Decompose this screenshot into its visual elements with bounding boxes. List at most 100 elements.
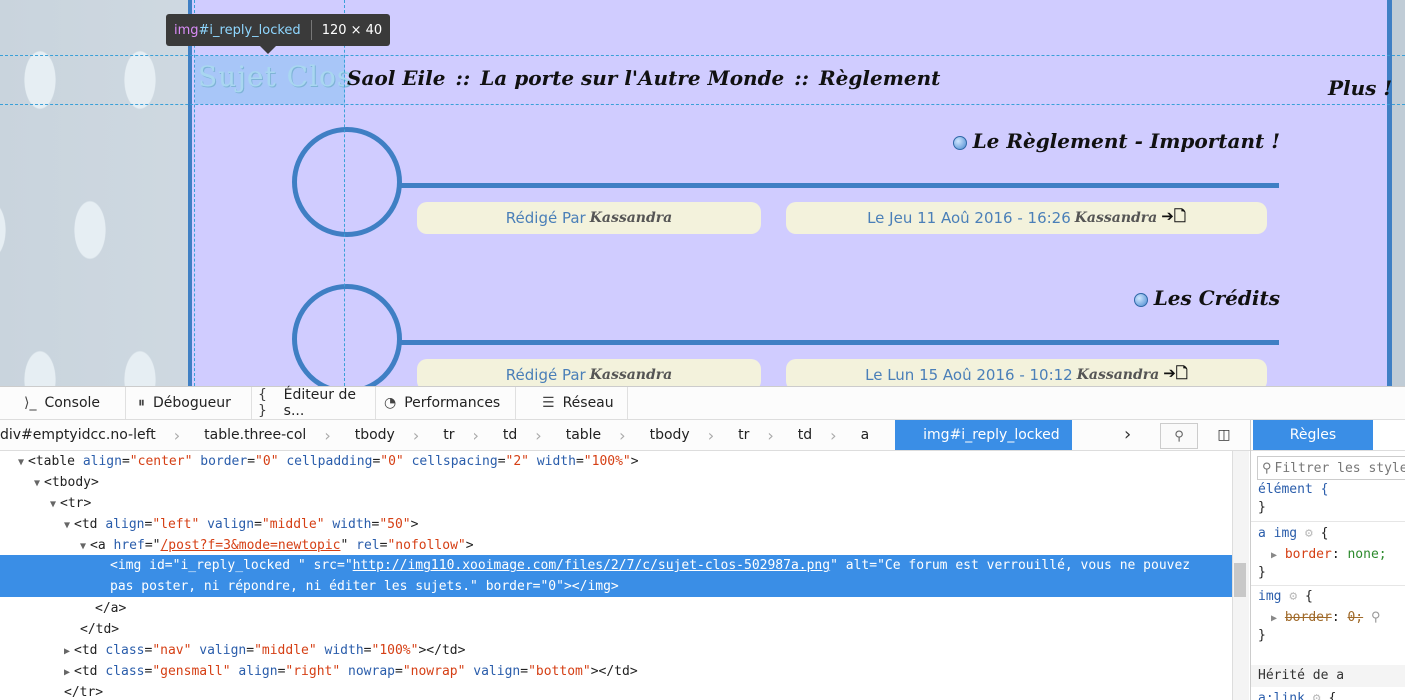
tab-performances[interactable]: ◔ Performances (376, 387, 516, 419)
topic-avatar-circle (292, 284, 402, 386)
tooltip-size: 120 × 40 (321, 22, 383, 38)
bullet-icon (952, 135, 967, 150)
chevron-right-icon: › (707, 425, 715, 445)
topic-author-pill: Rédigé Par Kassandra (417, 202, 761, 234)
search-icon[interactable]: ⚲ (1371, 610, 1381, 625)
gear-icon[interactable]: ⚙ (1289, 589, 1297, 604)
expand-triangle-icon[interactable]: ▼ (80, 541, 86, 552)
crumb-node[interactable]: tr › (431, 420, 491, 450)
expand-triangle-icon[interactable]: ▼ (64, 520, 70, 531)
selected-node-row[interactable]: <img id="i_reply_locked " src="http://im… (0, 555, 1232, 597)
toggle-sidebar-icon[interactable]: ◫ (1210, 423, 1238, 447)
crumb-node[interactable]: tr › (726, 420, 786, 450)
rule-selector[interactable]: a img ⚙ { (1258, 526, 1328, 541)
chevron-right-icon: › (173, 425, 181, 445)
gear-icon[interactable]: ⚙ (1305, 526, 1313, 541)
inspector-guide-left (194, 0, 195, 386)
markup-line[interactable]: ▼ <td align="left" valign="middle" width=… (64, 514, 418, 535)
topic-lastpost-pill: Le Lun 15 Aoû 2016 - 10:12 Kassandra ➔🗋 (786, 359, 1267, 386)
chevron-right-icon: › (535, 425, 542, 445)
src-link[interactable]: http://img110.xooimage.com/files/2/7/c/s… (353, 558, 830, 573)
inspector-guide-top (0, 55, 1405, 56)
expand-triangle-icon[interactable]: ▶ (1271, 550, 1277, 561)
chevron-right-icon: › (619, 425, 626, 445)
chevron-right-icon: › (767, 425, 774, 445)
markup-line[interactable]: ▼ <a href="/post?f=3&mode=newtopic" rel="… (80, 535, 474, 556)
tooltip-arrow (260, 46, 276, 54)
author-link[interactable]: Kassandra (590, 210, 673, 226)
crumb-node[interactable]: tbody › (638, 420, 727, 450)
node-breadcrumbs: div#emptyidcc.no-left › table.three-col › … (0, 420, 1250, 451)
markup-line: pas poster, ni répondre, ni éditer les s… (110, 579, 619, 594)
lastpost-user-link[interactable]: Kassandra (1075, 210, 1158, 226)
breadcrumb-separator: :: (455, 66, 471, 90)
tab-rules[interactable]: Règles (1253, 420, 1373, 450)
crumb-node[interactable]: a (849, 420, 896, 450)
topic-avatar-circle (292, 127, 402, 237)
author-link[interactable]: Kassandra (590, 367, 673, 383)
page-right-edge (1392, 0, 1405, 386)
markup-line[interactable]: ▶ <td class="nav" valign="middle" width="… (64, 640, 465, 661)
expand-triangle-icon[interactable]: ▶ (1271, 613, 1277, 624)
chevron-right-icon[interactable]: › (1124, 424, 1131, 445)
crumb-node[interactable]: td › (491, 420, 554, 450)
breadcrumb-separator: :: (794, 66, 810, 90)
breadcrumb-item-porte[interactable]: La porte sur l'Autre Monde (480, 66, 784, 90)
performance-icon: ◔ (384, 395, 397, 411)
markup-view[interactable]: ▼ <table align="center" border="0" cellpa… (0, 451, 1232, 700)
topic-divider (400, 340, 1279, 345)
collapsed-triangle-icon[interactable]: ▶ (64, 667, 70, 678)
markup-line[interactable]: ▼ <tr> (50, 493, 91, 514)
crumb-node[interactable]: td › (786, 420, 849, 450)
href-link[interactable]: /post?f=3&mode=newtopic (160, 538, 340, 553)
topic-lastpost-pill: Le Jeu 11 Aoû 2016 - 16:26 Kassandra ➔🗋 (786, 202, 1267, 234)
collapsed-triangle-icon[interactable]: ▶ (64, 646, 70, 657)
tab-console[interactable]: ⟩_ Console (0, 387, 126, 419)
goto-lastpost-icon[interactable]: ➔🗋 (1163, 363, 1188, 387)
plus-link[interactable]: Plus ! (1328, 76, 1392, 100)
markup-line[interactable]: </td> (80, 619, 119, 640)
crumb-node-selected[interactable]: img#i_reply_locked (895, 420, 1072, 450)
rules-panel: Règles ⚲ Filtrer les styles élément { } a… (1250, 420, 1405, 700)
breadcrumb-item-saol-eile[interactable]: Saol Eile (347, 66, 445, 90)
chevron-right-icon: › (412, 425, 420, 445)
rule-selector[interactable]: img ⚙ { (1258, 589, 1313, 604)
markup-line[interactable]: ▼ <table align="center" border="0" cellpa… (18, 451, 639, 472)
markup-line[interactable]: </tr> (64, 682, 103, 700)
topic-title[interactable]: Le Règlement - Important ! (952, 129, 1280, 153)
tab-style-editor[interactable]: { } Éditeur de s... (252, 387, 376, 419)
style-editor-icon: { } (258, 387, 267, 419)
markup-line[interactable]: ▼ <tbody> (34, 472, 99, 493)
search-icon[interactable]: ⚲ (1160, 423, 1198, 449)
scrollbar-thumb[interactable] (1234, 563, 1246, 597)
sujet-clos-image[interactable]: Sujet Clos (198, 60, 352, 93)
crumb-node[interactable]: div#emptyidcc.no-left › (0, 420, 192, 450)
topic-title[interactable]: Les Crédits (1133, 286, 1280, 310)
inspector-guide-right (344, 0, 345, 386)
rule-declaration-overridden[interactable]: ▶ border: 0; ⚲ (1271, 610, 1381, 625)
inherited-header: Hérité de a (1251, 665, 1405, 687)
goto-lastpost-icon[interactable]: ➔🗋 (1161, 206, 1186, 231)
markup-line[interactable]: ▶ <td class="gensmall" align="right" nowr… (64, 661, 638, 682)
tab-debugger[interactable]: ⏸ Débogueur (126, 387, 252, 419)
markup-line[interactable]: </a> (95, 598, 126, 619)
crumb-node[interactable]: table.three-col › (192, 420, 343, 450)
expand-triangle-icon[interactable]: ▼ (18, 457, 24, 468)
breadcrumb-item-reglement[interactable]: Règlement (819, 66, 940, 90)
inspector-guide-bottom (0, 104, 1405, 105)
topic-divider (400, 183, 1279, 188)
chevron-right-icon: › (830, 425, 837, 445)
crumb-node[interactable]: tbody › (343, 420, 432, 450)
chevron-right-icon: › (472, 425, 479, 445)
rule-declaration[interactable]: ▶ border: none; (1271, 547, 1387, 562)
crumb-node[interactable]: table › (554, 420, 638, 450)
expand-triangle-icon[interactable]: ▼ (50, 499, 56, 510)
console-icon: ⟩_ (24, 395, 37, 411)
filter-styles-input[interactable]: ⚲ Filtrer les styles (1257, 456, 1405, 480)
page-viewport: Sujet Clos Saol Eile:: La porte sur l'Aut… (0, 0, 1405, 386)
expand-triangle-icon[interactable]: ▼ (34, 478, 40, 489)
forum-breadcrumb: Saol Eile:: La porte sur l'Autre Monde:: R… (347, 66, 940, 90)
tab-network[interactable]: ☰ Réseau (516, 387, 628, 419)
lastpost-user-link[interactable]: Kassandra (1077, 367, 1160, 383)
rule-element[interactable]: élément { (1258, 482, 1328, 497)
